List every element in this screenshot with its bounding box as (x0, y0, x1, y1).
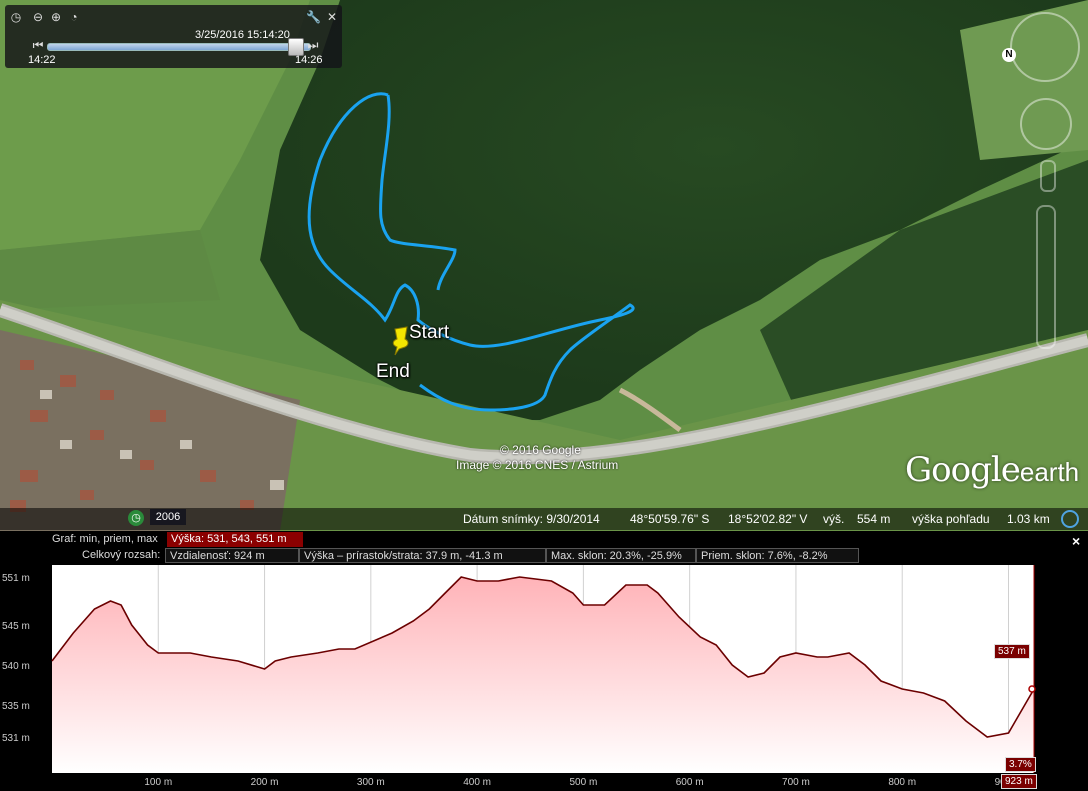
y-tick-label: 545 m (2, 621, 30, 632)
cursor-slope-tag: 3.7% (1005, 757, 1036, 772)
zoom-out-icon[interactable]: ⊖ (31, 10, 45, 24)
elevation-value: 554 m (857, 512, 891, 526)
play-icon[interactable]: ◔ (67, 10, 81, 24)
time-slider-track[interactable] (47, 43, 311, 51)
x-tick-label: 800 m (888, 777, 916, 788)
elevation-label: výš. (823, 512, 845, 526)
zoom-slider[interactable] (1036, 205, 1056, 349)
skip-forward-icon[interactable]: ⏭ (306, 38, 320, 52)
street-view-icon[interactable] (1040, 160, 1056, 192)
x-tick-label: 300 m (357, 777, 385, 788)
x-tick-label: 100 m (144, 777, 172, 788)
map-view[interactable]: ◷ ⊖ ⊕ ◔ 🔧 ✕ 3/25/2016 15:14:20 ⏮ ⏭ 14:22… (0, 0, 1088, 531)
streaming-status-icon (1061, 510, 1079, 528)
cursor-elevation-tag: 537 m (994, 644, 1030, 659)
slider-start-time: 14:22 (28, 54, 56, 66)
track-start-label: Start (409, 322, 450, 343)
move-joystick[interactable] (1020, 98, 1072, 150)
y-tick-label: 540 m (2, 661, 30, 672)
y-tick-label: 551 m (2, 573, 30, 584)
skip-back-icon[interactable]: ⏮ (31, 38, 45, 52)
wrench-icon[interactable]: 🔧 (306, 10, 321, 24)
elevation-chart[interactable]: 100 m 200 m 300 m 400 m 500 m 600 m 700 m 800 m… (0, 531, 1088, 791)
cursor-marker[interactable] (1028, 685, 1036, 693)
compass-north-button[interactable]: N (1002, 48, 1016, 62)
historical-imagery-icon[interactable]: ◷ (128, 510, 144, 526)
cursor-distance-tag: 923 m (1001, 774, 1037, 789)
look-joystick[interactable] (1010, 12, 1080, 82)
track-end-label: End (376, 361, 410, 382)
eye-altitude-value: 1.03 km (1007, 512, 1050, 526)
slider-date-time: 3/25/2016 15:14:20 (195, 29, 290, 41)
google-earth-logo: Googleearth (905, 450, 1080, 490)
imagery-date: Dátum snímky: 9/30/2014 (463, 512, 600, 526)
x-tick-label: 500 m (569, 777, 597, 788)
close-icon[interactable]: ✕ (325, 10, 339, 24)
eye-altitude-label: výška pohľadu (912, 512, 990, 526)
x-tick-label: 700 m (782, 777, 810, 788)
y-tick-label: 531 m (2, 733, 30, 744)
slider-end-time: 14:26 (295, 54, 323, 66)
longitude: 18°52'02.82" V (728, 512, 808, 526)
copyright-line1: © 2016 Google (500, 443, 581, 457)
x-tick-label: 400 m (463, 777, 491, 788)
elevation-profile-panel: Graf: min, priem, max Výška: 531, 543, 5… (0, 531, 1088, 791)
time-slider-panel: ◷ ⊖ ⊕ ◔ 🔧 ✕ 3/25/2016 15:14:20 ⏮ ⏭ 14:22… (5, 5, 342, 68)
y-tick-label: 535 m (2, 701, 30, 712)
x-tick-label: 600 m (676, 777, 704, 788)
latitude: 48°50'59.76" S (630, 512, 710, 526)
copyright-line2: Image © 2016 CNES / Astrium (456, 458, 619, 472)
x-tick-label: 200 m (251, 777, 279, 788)
clock-icon[interactable]: ◷ (9, 10, 23, 24)
zoom-in-icon[interactable]: ⊕ (49, 10, 63, 24)
historical-year[interactable]: 2006 (150, 509, 186, 525)
